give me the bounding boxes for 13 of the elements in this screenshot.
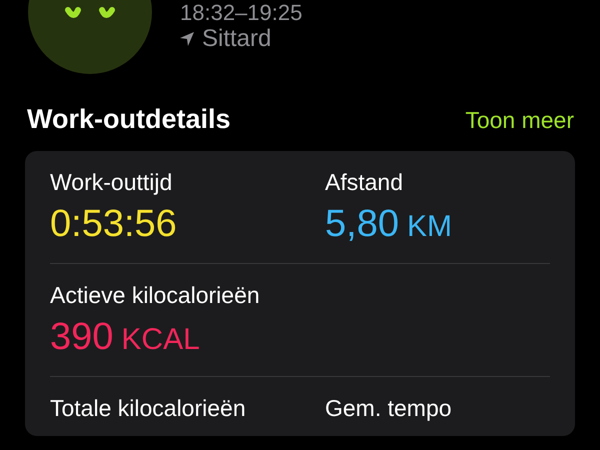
metric-value: 390 KCAL	[50, 315, 201, 360]
metric-value: 5,80 KM	[325, 202, 453, 247]
metric-value: 0:53:56	[50, 202, 178, 246]
show-more-link[interactable]: Toon meer	[465, 107, 574, 134]
time-range: 18:32–19:25	[180, 1, 302, 25]
metric-label: Work-outtijd	[50, 169, 174, 196]
metric-label: Totale kilocalorieën	[50, 395, 247, 422]
location-arrow-icon	[180, 32, 194, 46]
section-title: Work-outdetails	[27, 104, 231, 135]
location-name: Sittard	[202, 25, 272, 53]
metric-label: Gem. tempo	[325, 395, 453, 422]
metric-label: Afstand	[325, 169, 404, 196]
metric-label: Actieve kilocalorieën	[50, 282, 261, 309]
